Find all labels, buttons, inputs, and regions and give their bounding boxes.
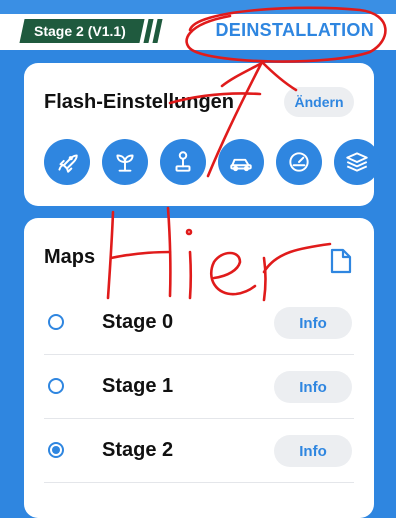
maps-card: Maps Stage 0 Info Stage 1 Info Stage 2 I… [24, 218, 374, 518]
list-item[interactable]: Stage 1 Info [24, 355, 374, 419]
stage-label: Stage 1 [102, 375, 174, 397]
divider [44, 482, 354, 483]
car-icon[interactable] [218, 139, 264, 185]
sprout-icon[interactable] [102, 139, 148, 185]
list-item[interactable]: Stage 0 Info [24, 291, 374, 355]
rocket-icon[interactable] [44, 139, 90, 185]
stage-tag-label: Stage 2 (V1.1) [34, 23, 126, 39]
info-button[interactable]: Info [274, 307, 352, 339]
flash-feature-icons [44, 139, 380, 185]
uninstall-button[interactable]: DEINSTALLATION [215, 20, 374, 41]
flash-settings-card: Flash-Einstellungen Ändern [24, 63, 380, 206]
stage-label: Stage 0 [102, 311, 174, 333]
joystick-icon[interactable] [160, 139, 206, 185]
stage-label: Stage 2 [102, 439, 174, 461]
status-strip [0, 0, 396, 14]
info-button[interactable]: Info [274, 371, 352, 403]
radio-stage-1[interactable] [48, 378, 64, 394]
change-button[interactable]: Ändern [284, 87, 354, 117]
radio-stage-0[interactable] [48, 314, 64, 330]
gauge-icon[interactable] [276, 139, 322, 185]
flash-settings-title: Flash-Einstellungen [44, 91, 235, 113]
document-icon[interactable] [330, 248, 352, 279]
maps-title: Maps [44, 246, 96, 268]
layers-icon[interactable] [334, 139, 380, 185]
info-button[interactable]: Info [274, 435, 352, 467]
radio-stage-2[interactable] [48, 442, 64, 458]
list-item[interactable]: Stage 2 Info [24, 419, 374, 483]
stage-tag: Stage 2 (V1.1) [19, 19, 172, 43]
